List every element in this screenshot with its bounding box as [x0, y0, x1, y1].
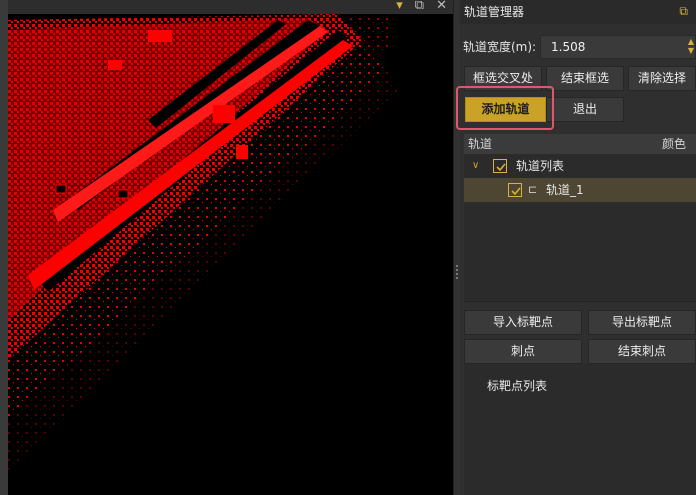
float-window-icon[interactable]: ⧉	[415, 0, 424, 13]
check-icon	[496, 163, 506, 172]
track-manager-panel: 轨道管理器 ⧉ 轨道宽度(m): ▲▼ 框选交叉处 结束框选 清除选择 添加轨道…	[460, 0, 696, 495]
close-icon[interactable]: ✕	[436, 0, 447, 13]
point-cloud-viewport[interactable]: ▾ ⧉ ✕	[0, 0, 453, 495]
export-targets-button[interactable]: 导出标靶点	[588, 310, 696, 335]
track-tree: ∨ 轨道列表 ⊏ 轨道_1	[464, 154, 696, 302]
checkbox-track-list[interactable]	[493, 159, 507, 173]
checkbox-track-1[interactable]	[508, 183, 522, 197]
stab-point-button[interactable]: 刺点	[464, 339, 582, 364]
track-width-row: 轨道宽度(m): ▲▼	[460, 32, 696, 60]
track-tree-header: 轨道 颜色	[464, 134, 696, 154]
import-targets-button[interactable]: 导入标靶点	[464, 310, 582, 335]
point-cloud-canvas[interactable]	[8, 0, 453, 495]
float-panel-icon[interactable]: ⧉	[679, 4, 688, 19]
panel-splitter[interactable]	[453, 0, 460, 495]
track-width-input[interactable]	[540, 35, 696, 59]
target-list-title: 标靶点列表	[487, 379, 548, 393]
pin-icon[interactable]: ▾	[396, 0, 403, 13]
tree-item-track-1[interactable]: ⊏ 轨道_1	[464, 178, 696, 202]
check-icon	[511, 187, 521, 196]
end-stab-button[interactable]: 结束刺点	[588, 339, 696, 364]
track-column-header: 轨道	[468, 137, 493, 151]
panel-title: 轨道管理器	[460, 0, 696, 24]
clear-selection-button[interactable]: 清除选择	[628, 66, 696, 91]
splitter-grip-icon[interactable]	[456, 265, 458, 279]
exit-button[interactable]: 退出	[546, 97, 624, 122]
track-width-label: 轨道宽度(m):	[463, 40, 537, 54]
chevron-down-icon[interactable]: ∨	[472, 154, 479, 178]
tree-item-label: 轨道列表	[516, 159, 565, 173]
spin-arrows-icon[interactable]: ▲ ▼	[688, 37, 694, 55]
viewport-icons: ▾ ⧉ ✕	[396, 0, 447, 13]
viewport-topbar	[8, 0, 453, 14]
tree-item-label: 轨道_1	[546, 183, 584, 197]
track-item-icon: ⊏	[528, 183, 538, 196]
end-box-select-button[interactable]: 结束框选	[546, 66, 624, 91]
highlight-annotation	[456, 86, 554, 130]
tree-item-track-list[interactable]: ∨ 轨道列表	[464, 154, 696, 178]
color-column-header: 颜色	[661, 137, 686, 151]
